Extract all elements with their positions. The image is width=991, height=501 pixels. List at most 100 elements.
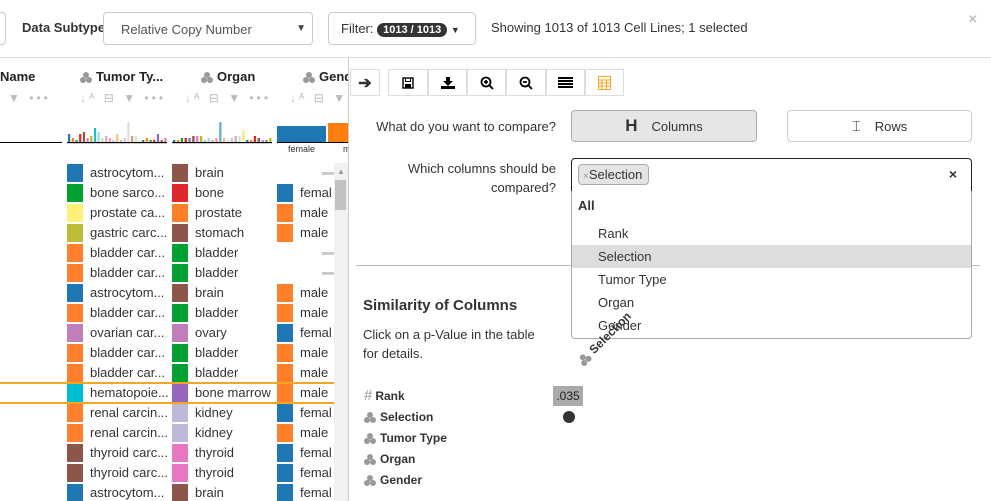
clear-icon[interactable]: ×	[949, 166, 957, 182]
histogram-bar[interactable]	[82, 132, 86, 142]
table-row[interactable]: hematopoie... bone marrow male	[0, 382, 334, 404]
histogram-bar[interactable]	[149, 140, 152, 142]
histogram-bar[interactable]	[79, 134, 82, 142]
more-icon[interactable]: •••	[144, 91, 166, 105]
filter-icon[interactable]: ▼	[228, 91, 243, 105]
more-icon[interactable]: •••	[249, 91, 271, 105]
histogram-bar[interactable]	[192, 136, 195, 142]
histogram-bar[interactable]	[257, 138, 260, 142]
column-header-organ[interactable]: Organ	[201, 69, 255, 84]
histogram-bar[interactable]	[134, 136, 137, 142]
filter-icon[interactable]: ▼	[8, 91, 23, 105]
histogram-bar[interactable]	[108, 138, 111, 142]
histogram-bar[interactable]	[145, 138, 148, 142]
histogram-bar[interactable]	[215, 138, 218, 142]
arrow-right-icon[interactable]: ➔	[350, 69, 380, 96]
rows-button[interactable]: ⌶ Rows	[787, 110, 972, 142]
histogram-bar[interactable]	[207, 138, 210, 142]
scroll-thumb[interactable]	[335, 180, 346, 210]
table-row[interactable]: thyroid carc... thyroid femal	[0, 463, 334, 483]
list-icon[interactable]	[546, 69, 585, 96]
table-row[interactable]: prostate ca... prostate male	[0, 203, 334, 223]
histogram-bar[interactable]	[71, 138, 74, 142]
dropdown-option[interactable]: Selection	[572, 245, 971, 268]
scroll-up-icon[interactable]: ▲	[337, 167, 345, 176]
histogram-bar[interactable]	[211, 140, 214, 142]
zoom-out-icon[interactable]	[506, 69, 546, 96]
tumor-type-histogram[interactable]	[67, 122, 167, 144]
columns-button[interactable]: H Columns	[571, 110, 757, 142]
histogram-bar[interactable]	[230, 138, 234, 142]
table-row[interactable]: gastric carc... stomach male	[0, 223, 334, 243]
data-subtype-select[interactable]: Relative Copy Number ▼	[103, 12, 313, 45]
histogram-bar[interactable]	[112, 140, 115, 142]
table-scrollbar[interactable]: ▲	[334, 163, 348, 501]
histogram-bar[interactable]	[203, 140, 207, 142]
filter-icon[interactable]: ▼	[123, 91, 138, 105]
histogram-bar[interactable]	[164, 138, 167, 142]
histogram-bar[interactable]	[226, 140, 230, 142]
group-icon[interactable]: ⊟	[209, 91, 222, 105]
histogram-bar[interactable]	[176, 140, 180, 142]
table-row[interactable]: ovarian car... ovary femal	[0, 323, 334, 343]
column-header-gender[interactable]: Gend	[303, 69, 348, 84]
column-header-tumor-type[interactable]: Tumor Ty...	[80, 69, 163, 84]
histogram-bar[interactable]	[196, 136, 199, 142]
histogram-bar[interactable]	[116, 134, 119, 142]
histogram-bar[interactable]	[173, 140, 176, 142]
histogram-bar[interactable]	[242, 130, 245, 142]
table-icon[interactable]	[585, 69, 624, 96]
histogram-bar[interactable]	[86, 138, 89, 142]
histogram-bar[interactable]	[105, 136, 108, 142]
histogram-bar[interactable]	[269, 138, 272, 142]
histogram-bar[interactable]	[223, 138, 226, 142]
histogram-bar[interactable]	[75, 140, 78, 142]
table-row[interactable]: bladder car... bladder	[0, 243, 334, 263]
histogram-bar[interactable]	[93, 128, 97, 142]
histogram-bar[interactable]	[184, 138, 187, 142]
histogram-bar[interactable]	[219, 122, 222, 142]
histogram-bar[interactable]	[101, 138, 104, 142]
filter-button[interactable]: Filter: 1013 / 1013 ▼	[328, 12, 476, 45]
histogram-bar[interactable]	[253, 136, 257, 142]
dropdown-option[interactable]: Organ	[572, 291, 971, 314]
table-row[interactable]: thyroid carc... thyroid femal	[0, 443, 334, 463]
histogram-bar[interactable]	[180, 138, 184, 142]
table-row[interactable]: astrocytom... brain male	[0, 283, 334, 303]
previous-select[interactable]	[0, 12, 6, 45]
table-row[interactable]: bladder car... bladder male	[0, 343, 334, 363]
histogram-bar[interactable]	[130, 136, 134, 142]
close-icon[interactable]: ×	[968, 11, 977, 29]
table-row[interactable]: bladder car... bladder male	[0, 363, 334, 383]
zoom-in-icon[interactable]	[467, 69, 506, 96]
group-icon[interactable]: ⊟	[314, 91, 327, 105]
histogram-bar[interactable]	[119, 140, 123, 142]
organ-histogram[interactable]	[172, 122, 272, 144]
histogram-bar[interactable]	[127, 122, 130, 142]
table-row[interactable]: bladder car... bladder	[0, 263, 334, 283]
gender-bar-female[interactable]	[277, 126, 326, 142]
sort-icon[interactable]: ↓ᴬ	[185, 91, 202, 105]
group-icon[interactable]: ⊟	[104, 91, 117, 105]
histogram-bar[interactable]	[246, 140, 249, 142]
sort-icon[interactable]: ↓ᴬ	[80, 91, 97, 105]
table-row[interactable]: renal carcin... kidney femal	[0, 403, 334, 423]
histogram-bar[interactable]	[249, 140, 253, 142]
table-row[interactable]: astrocytom... brain	[0, 163, 334, 183]
histogram-bar[interactable]	[153, 140, 156, 142]
histogram-bar[interactable]	[156, 134, 160, 142]
histogram-bar[interactable]	[142, 140, 145, 142]
histogram-bar[interactable]	[238, 136, 241, 142]
table-row[interactable]: bone sarco... bone femal	[0, 183, 334, 203]
more-icon[interactable]: •••	[29, 91, 51, 105]
histogram-bar[interactable]	[188, 138, 191, 142]
histogram-bar[interactable]	[90, 136, 93, 142]
histogram-bar[interactable]	[160, 140, 163, 142]
sort-icon[interactable]: ↓ᴬ	[290, 91, 307, 105]
histogram-bar[interactable]	[265, 140, 268, 142]
p-value-cell[interactable]: .035	[553, 386, 583, 406]
save-icon[interactable]	[388, 69, 428, 96]
dropdown-option[interactable]: Rank	[572, 222, 971, 245]
histogram-bar[interactable]	[97, 132, 100, 142]
download-icon[interactable]	[428, 69, 467, 96]
